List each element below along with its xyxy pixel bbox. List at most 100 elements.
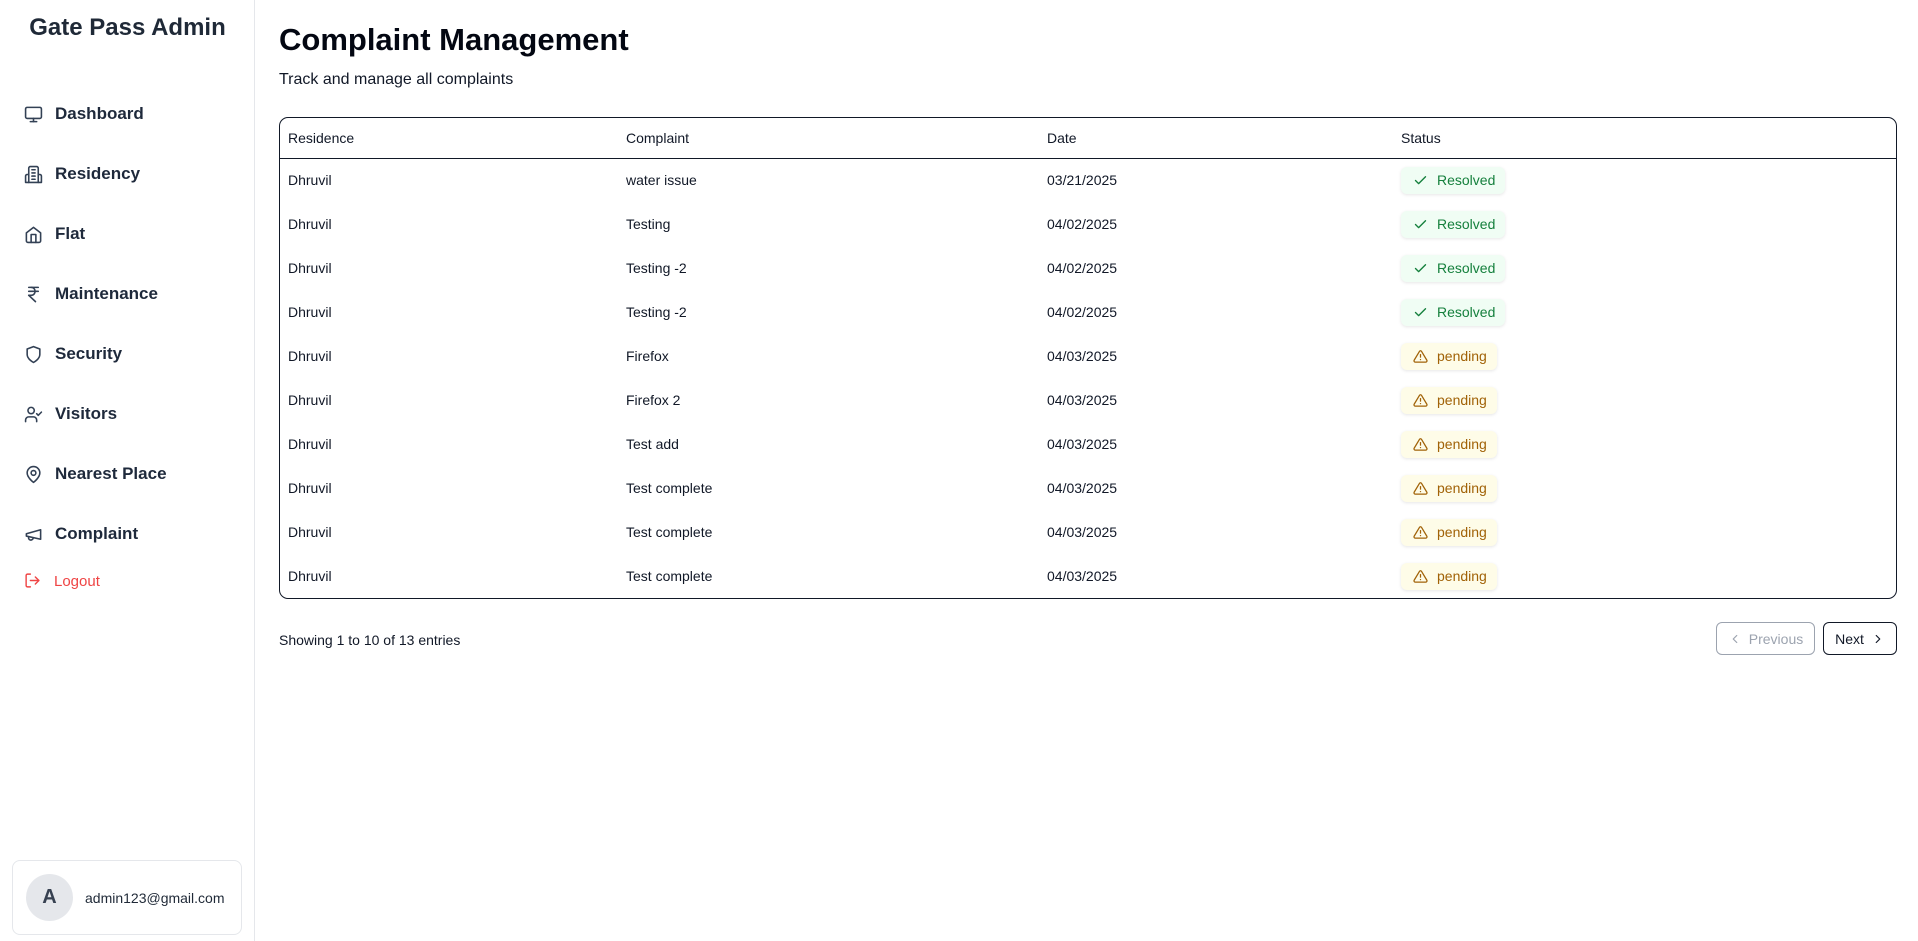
check-icon [1413, 305, 1428, 320]
warning-icon [1413, 393, 1428, 408]
cell-residence: Dhruvil [288, 568, 332, 584]
sidebar-item-label: Maintenance [55, 284, 158, 303]
sidebar-item-label: Complaint [55, 524, 139, 543]
status-badge: pending [1401, 562, 1497, 590]
table-row: Dhruvil Firefox 04/03/2025 pending [280, 334, 1896, 378]
page-subtitle: Track and manage all complaints [279, 71, 514, 88]
warning-icon [1413, 481, 1428, 496]
sidebar-item-label: Nearest Place [55, 464, 167, 483]
table-row: Dhruvil Testing -2 04/02/2025 Resolved [280, 290, 1896, 334]
cell-date: 04/03/2025 [1047, 436, 1118, 452]
sidebar-item-nearest-place[interactable]: Nearest Place [0, 444, 255, 504]
table-row: Dhruvil water issue 03/21/2025 Resolved [280, 158, 1896, 202]
cell-date: 04/03/2025 [1047, 524, 1118, 540]
check-icon [1413, 261, 1428, 276]
sidebar-item-label: Dashboard [55, 104, 144, 123]
status-badge: pending [1401, 342, 1497, 370]
shield-icon [24, 345, 43, 364]
avatar: A [26, 874, 73, 921]
status-badge: Resolved [1401, 166, 1506, 194]
previous-page-button[interactable]: Previous [1716, 622, 1815, 655]
app-title: Gate Pass Admin [29, 14, 226, 41]
status-text: Resolved [1437, 304, 1496, 320]
cell-residence: Dhruvil [288, 348, 332, 364]
sidebar-item-flat[interactable]: Flat [0, 204, 255, 264]
user-email: admin123@gmail.com [85, 889, 225, 906]
table-row: Dhruvil Test complete 04/03/2025 pending [280, 554, 1896, 598]
cell-complaint: Test add [626, 436, 679, 452]
cell-residence: Dhruvil [288, 260, 332, 276]
table-row: Dhruvil Test complete 04/03/2025 pending [280, 466, 1896, 510]
pagination-summary: Showing 1 to 10 of 13 entries [279, 632, 461, 648]
megaphone-icon [24, 525, 43, 544]
table-body: Dhruvil water issue 03/21/2025 Resolved Dhru… [280, 158, 1896, 598]
cell-complaint: water issue [626, 172, 697, 189]
status-text: pending [1437, 392, 1487, 408]
cell-complaint: Firefox 2 [626, 392, 681, 408]
cell-residence: Dhruvil [288, 524, 332, 540]
sidebar-item-complaint[interactable]: Complaint [0, 504, 255, 564]
cell-complaint: Test complete [626, 568, 713, 584]
cell-complaint: Testing -2 [626, 304, 687, 320]
table-row: Dhruvil Test complete 04/03/2025 pending [280, 510, 1896, 554]
status-badge: pending [1401, 518, 1497, 546]
table-row: Dhruvil Testing -2 04/02/2025 Resolved [280, 246, 1896, 290]
page-title: Complaint Management [279, 22, 629, 57]
logout-icon [24, 572, 42, 590]
status-text: Resolved [1437, 260, 1496, 276]
cell-complaint: Test complete [626, 524, 713, 540]
cell-residence: Dhruvil [288, 436, 332, 452]
table-header-row: Residence Complaint Date Status [280, 118, 1896, 158]
sidebar-item-visitors[interactable]: Visitors [0, 384, 255, 444]
status-text: pending [1437, 524, 1487, 540]
cell-date: 04/03/2025 [1047, 480, 1118, 496]
sidebar-item-dashboard[interactable]: Dashboard [0, 84, 255, 144]
cell-complaint: Testing -2 [626, 260, 687, 276]
cell-residence: Dhruvil [288, 480, 332, 496]
cell-complaint: Firefox [626, 348, 669, 364]
home-icon [24, 225, 43, 244]
sidebar-item-label: Flat [55, 224, 86, 243]
column-header-date: Date [1047, 129, 1077, 146]
cell-date: 04/03/2025 [1047, 348, 1118, 364]
cell-status: Resolved [1393, 202, 1896, 246]
cell-status: pending [1393, 554, 1896, 598]
cell-date: 04/02/2025 [1047, 304, 1118, 320]
column-header-residence: Residence [288, 129, 355, 146]
status-badge: Resolved [1401, 298, 1506, 326]
cell-status: pending [1393, 334, 1896, 378]
cell-status: Resolved [1393, 246, 1896, 290]
sidebar-item-label: Security [55, 344, 123, 363]
cell-status: pending [1393, 466, 1896, 510]
chevron-right-icon [1864, 632, 1885, 646]
status-text: Resolved [1437, 216, 1496, 232]
status-text: pending [1437, 348, 1487, 364]
sidebar-item-residency[interactable]: Residency [0, 144, 255, 204]
status-badge: pending [1401, 386, 1497, 414]
table-row: Dhruvil Test add 04/03/2025 pending [280, 422, 1896, 466]
warning-icon [1413, 569, 1428, 584]
cell-date: 04/02/2025 [1047, 260, 1118, 276]
sidebar-item-label: Residency [55, 164, 141, 183]
next-page-button[interactable]: Next [1823, 622, 1897, 655]
sidebar-item-maintenance[interactable]: Maintenance [0, 264, 255, 324]
user-profile-card[interactable]: A admin123@gmail.com [12, 860, 242, 935]
warning-icon [1413, 437, 1428, 452]
previous-label: Previous [1748, 630, 1804, 647]
cell-date: 04/03/2025 [1047, 568, 1118, 584]
status-text: pending [1437, 436, 1487, 452]
user-check-icon [24, 405, 43, 424]
warning-icon [1413, 525, 1428, 540]
sidebar-item-security[interactable]: Security [0, 324, 255, 384]
cell-complaint: Test complete [626, 480, 713, 496]
map-pin-icon [24, 465, 43, 484]
cell-status: pending [1393, 378, 1896, 422]
complaints-table: Residence Complaint Date Status Dhruvil w… [279, 117, 1897, 599]
status-badge: pending [1401, 430, 1497, 458]
sidebar: Gate Pass Admin Dashboard Residency Flat… [0, 0, 255, 941]
rupee-icon [24, 285, 43, 304]
sidebar-item-label: Visitors [55, 404, 118, 423]
logout-button[interactable]: Logout [24, 572, 100, 590]
cell-complaint: Testing [626, 216, 671, 232]
status-badge: Resolved [1401, 254, 1506, 282]
